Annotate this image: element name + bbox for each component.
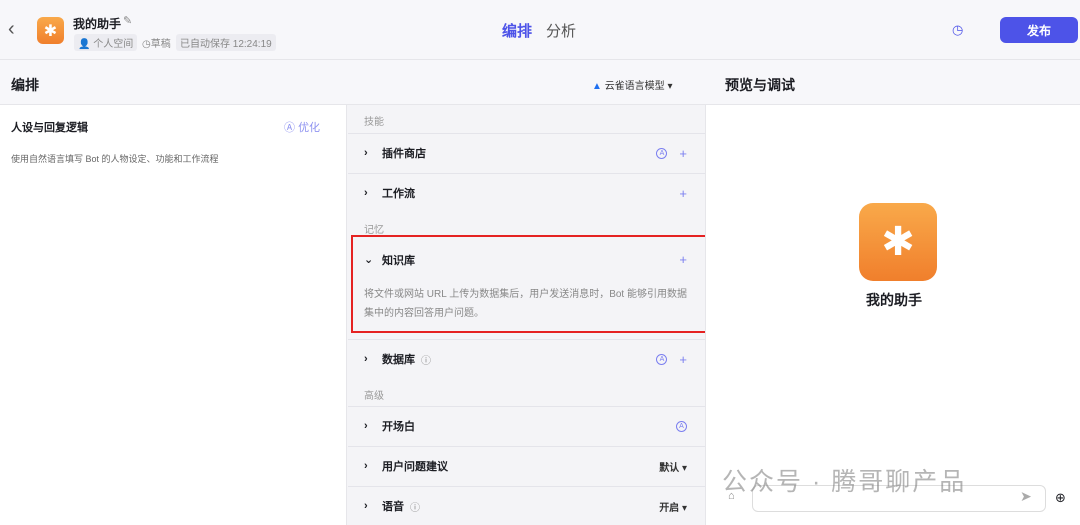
- tab-compose[interactable]: 编排: [502, 23, 532, 40]
- group-advanced: 高级: [364, 391, 384, 402]
- persona-input[interactable]: 使用自然语言填写 Bot 的人物设定、功能和工作流程: [11, 152, 219, 165]
- auto-icon[interactable]: A: [656, 353, 668, 365]
- row-label: 开场白: [382, 421, 415, 433]
- info-icon[interactable]: ⓘ: [410, 499, 420, 514]
- send-icon[interactable]: ➤: [1020, 488, 1032, 505]
- bot-preview-name: 我的助手: [866, 292, 922, 308]
- chevron-right-icon: ›: [364, 187, 368, 199]
- highlight-box: [351, 235, 711, 333]
- watermark: 公众号 · 腾哥聊产品: [722, 468, 967, 496]
- auto-icon[interactable]: A: [656, 147, 668, 159]
- row-label: 工作流: [382, 188, 415, 200]
- publish-button[interactable]: 发布: [1000, 17, 1078, 43]
- workspace-badge: 👤 个人空间: [74, 34, 138, 51]
- add-icon[interactable]: +: [679, 186, 687, 201]
- model-icon: ▲: [592, 81, 602, 92]
- preview-title: 预览与调试: [725, 77, 795, 93]
- chevron-right-icon: ›: [364, 353, 368, 365]
- top-tabs: 编排 分析: [502, 20, 590, 41]
- chevron-right-icon: ›: [364, 420, 368, 432]
- row-label: 插件商店: [382, 148, 426, 160]
- model-label: 云雀语言模型: [604, 81, 665, 92]
- row-label: 用户问题建议: [382, 461, 448, 473]
- suggestions-select[interactable]: 默认 ▾: [659, 459, 687, 474]
- select-value: 开启: [659, 502, 680, 514]
- autosave-text: 已自动保存 12:24:19: [176, 34, 276, 51]
- row-label: 数据库: [382, 354, 415, 366]
- select-value: 默认: [659, 462, 680, 474]
- persona-title: 人设与回复逻辑: [11, 122, 88, 134]
- edit-icon[interactable]: ✎: [123, 14, 132, 27]
- model-select[interactable]: ▲ 云雀语言模型 ▾: [592, 77, 673, 92]
- optimize-label: 优化: [298, 122, 321, 134]
- chevron-right-icon: ›: [364, 500, 368, 512]
- bot-preview-avatar: ✱: [859, 203, 937, 281]
- chevron-right-icon: ›: [364, 147, 368, 159]
- add-circle-icon[interactable]: ⊕: [1055, 490, 1066, 506]
- add-icon[interactable]: +: [679, 352, 687, 367]
- optimize-button[interactable]: Ⓐ 优化: [284, 119, 320, 135]
- compose-title: 编排: [11, 77, 39, 93]
- bot-name: 我的助手: [73, 17, 122, 31]
- info-icon[interactable]: ⓘ: [421, 352, 431, 367]
- chevron-right-icon: ›: [364, 460, 368, 472]
- workspace-label: 个人空间: [93, 39, 134, 50]
- tab-analysis[interactable]: 分析: [546, 23, 576, 40]
- status-label: 草稿: [150, 39, 171, 50]
- row-workflow[interactable]: › 工作流 +: [348, 173, 705, 212]
- row-suggestions[interactable]: › 用户问题建议 默认 ▾: [348, 446, 705, 485]
- group-memory: 记忆: [364, 225, 384, 236]
- row-database[interactable]: › 数据库 ⓘ A +: [348, 339, 705, 378]
- row-voice[interactable]: › 语音 ⓘ 开启 ▾: [348, 486, 705, 525]
- group-skills: 技能: [364, 117, 384, 128]
- row-label: 语音: [382, 501, 404, 513]
- voice-select[interactable]: 开启 ▾: [659, 499, 687, 514]
- add-icon[interactable]: +: [679, 146, 687, 161]
- auto-icon[interactable]: A: [676, 420, 687, 432]
- status-badge: ◷草稿: [142, 39, 171, 50]
- row-plugin-store[interactable]: › 插件商店 A +: [348, 133, 705, 172]
- bot-avatar: ✱: [37, 17, 64, 44]
- history-icon[interactable]: ◷: [952, 22, 963, 38]
- row-opening[interactable]: › 开场白 A: [348, 406, 705, 445]
- persona-panel[interactable]: [0, 105, 347, 525]
- back-icon[interactable]: ‹: [8, 18, 15, 41]
